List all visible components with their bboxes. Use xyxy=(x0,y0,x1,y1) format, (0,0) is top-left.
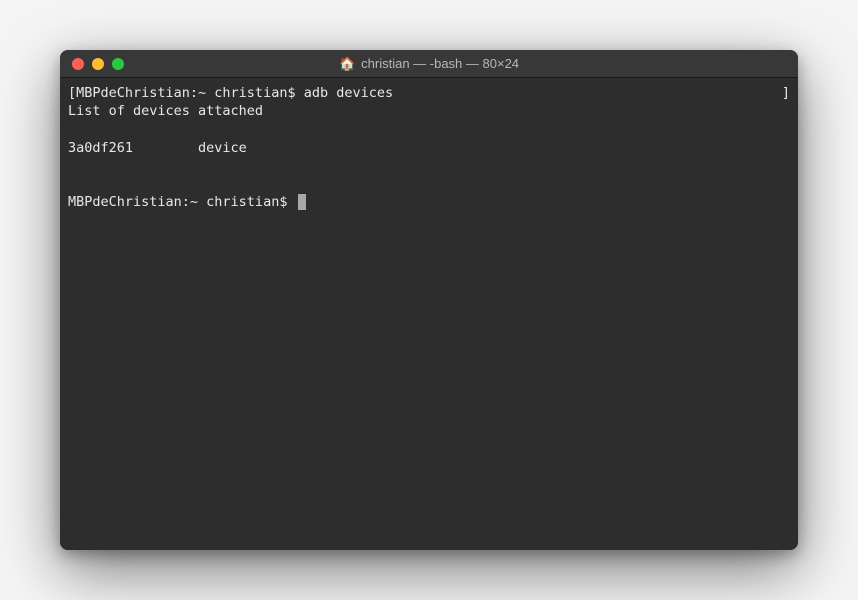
terminal-line: 3a0df261 device xyxy=(68,139,790,157)
terminal-window: 🏠 christian — -bash — 80×24 [MBPdeChrist… xyxy=(60,50,798,550)
window-title-text: christian — -bash — 80×24 xyxy=(361,56,519,71)
terminal-blank-line xyxy=(68,175,790,193)
terminal-right-bracket: ] xyxy=(782,84,790,102)
prompt-text: MBPdeChristian:~ christian$ xyxy=(68,194,296,210)
cursor xyxy=(298,194,306,210)
title-bar[interactable]: 🏠 christian — -bash — 80×24 xyxy=(60,50,798,78)
home-icon: 🏠 xyxy=(339,56,355,72)
minimize-button[interactable] xyxy=(92,58,104,70)
terminal-prompt: MBPdeChristian:~ christian$ xyxy=(68,193,790,211)
window-title: 🏠 christian — -bash — 80×24 xyxy=(339,56,519,72)
traffic-lights xyxy=(72,58,124,70)
close-button[interactable] xyxy=(72,58,84,70)
terminal-body[interactable]: [MBPdeChristian:~ christian$ adb devices… xyxy=(60,78,798,550)
terminal-line: [MBPdeChristian:~ christian$ adb devices xyxy=(68,84,393,102)
maximize-button[interactable] xyxy=(112,58,124,70)
terminal-line: List of devices attached xyxy=(68,102,790,120)
